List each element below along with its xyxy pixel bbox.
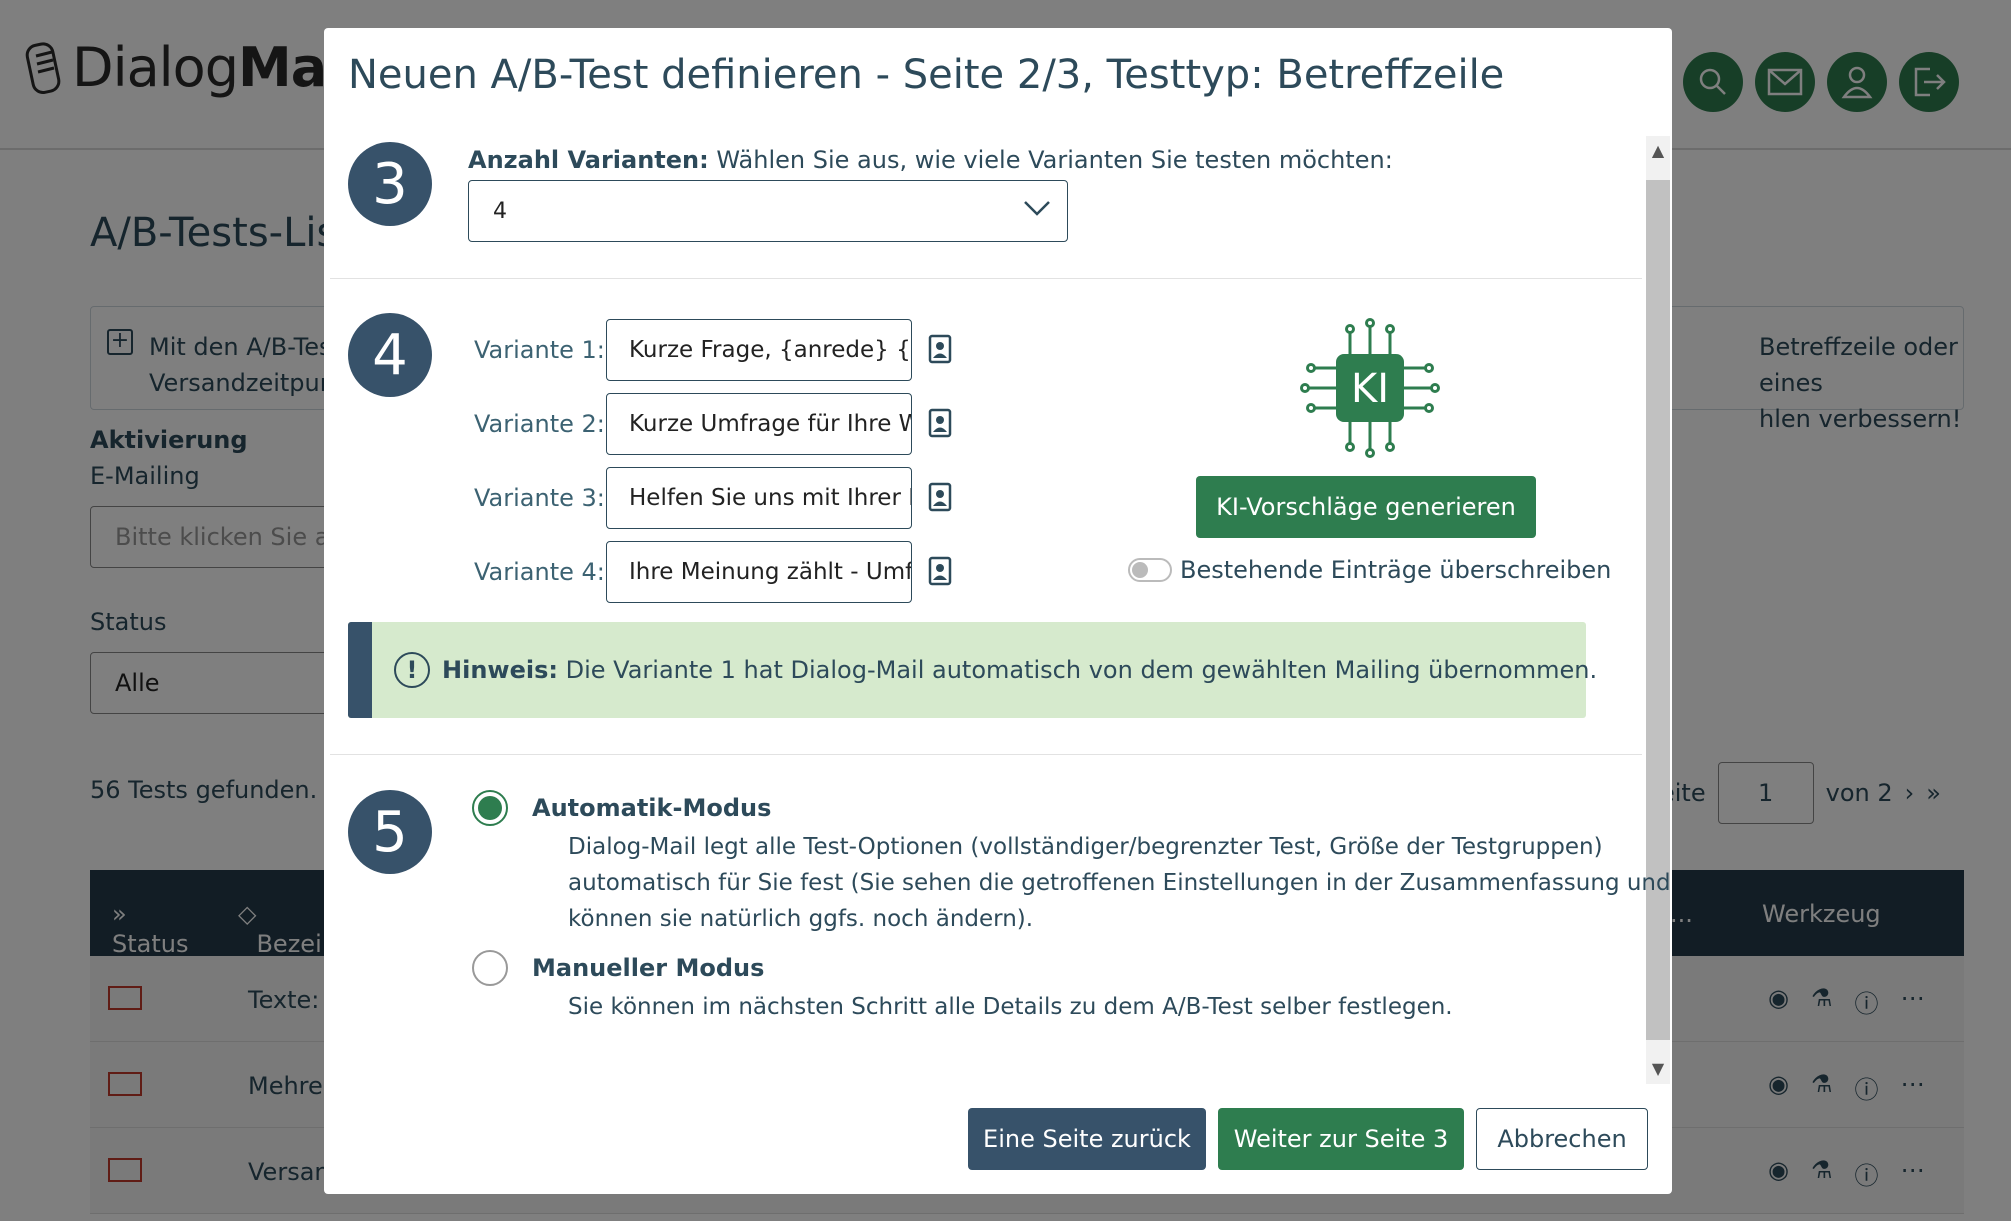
automatic-mode-desc-1: Dialog-Mail legt alle Test-Optionen (vol…: [568, 834, 1603, 860]
exclamation-circle-icon: !: [394, 652, 430, 688]
variants-count-select[interactable]: 4: [468, 180, 1068, 242]
ab-test-dialog: Neuen A/B-Test definieren - Seite 2/3, T…: [324, 28, 1672, 1194]
automatic-mode-desc-2: automatisch für Sie fest (Sie sehen die …: [568, 870, 1671, 896]
contact-card-icon[interactable]: [928, 334, 952, 364]
automatic-mode-desc-3: können sie natürlich ggfs. noch ändern).: [568, 906, 1034, 932]
manual-mode-radio[interactable]: [472, 950, 508, 986]
overwrite-toggle[interactable]: [1128, 558, 1172, 582]
step-5-badge: 5: [348, 790, 432, 874]
variant-3-label: Variante 3:: [474, 484, 605, 512]
cancel-button[interactable]: Abbrechen: [1476, 1108, 1648, 1170]
hint-notice: ! Hinweis: Die Variante 1 hat Dialog-Mai…: [348, 622, 1597, 718]
variant-2-input[interactable]: Kurze Umfrage für Ihre Wünsche!: [606, 393, 912, 455]
chevron-down-icon: [1024, 201, 1050, 216]
generate-ai-suggestions-button[interactable]: KI-Vorschläge generieren: [1196, 476, 1536, 538]
dialog-title: Neuen A/B-Test definieren - Seite 2/3, T…: [348, 52, 1505, 98]
divider: [330, 278, 1642, 279]
next-page-button[interactable]: Weiter zur Seite 3: [1218, 1108, 1464, 1170]
variant-4-label: Variante 4:: [474, 558, 605, 586]
overwrite-toggle-label: Bestehende Einträge überschreiben: [1180, 556, 1612, 584]
variant-4-input[interactable]: Ihre Meinung zählt - Umfrage für: [606, 541, 912, 603]
variant-3-input[interactable]: Helfen Sie uns mit Ihrer Meinung!: [606, 467, 912, 529]
svg-text:KI: KI: [1351, 366, 1389, 412]
ai-chip-icon: KI: [1300, 318, 1440, 458]
variants-count-label: Anzahl Varianten: Wählen Sie aus, wie vi…: [468, 146, 1393, 174]
scroll-up-icon[interactable]: ▲: [1646, 136, 1670, 166]
variant-2-label: Variante 2:: [474, 410, 605, 438]
contact-card-icon[interactable]: [928, 408, 952, 438]
scroll-thumb[interactable]: [1646, 180, 1670, 1040]
notice-accent-bar: [348, 622, 372, 718]
step-3-badge: 3: [348, 142, 432, 226]
divider: [330, 754, 1642, 755]
manual-mode-desc: Sie können im nächsten Schritt alle Deta…: [568, 994, 1453, 1020]
scroll-down-icon[interactable]: ▼: [1646, 1054, 1670, 1084]
contact-card-icon[interactable]: [928, 482, 952, 512]
automatic-mode-radio[interactable]: [472, 790, 508, 826]
dialog-scrollbar[interactable]: ▲ ▼: [1646, 136, 1670, 1084]
variant-1-input[interactable]: Kurze Frage, {anrede} {nachname}: [606, 319, 912, 381]
manual-mode-title: Manueller Modus: [532, 954, 765, 982]
automatic-mode-title: Automatik-Modus: [532, 794, 772, 822]
contact-card-icon[interactable]: [928, 556, 952, 586]
notice-text: Hinweis: Die Variante 1 hat Dialog-Mail …: [442, 656, 1598, 684]
variant-1-label: Variante 1:: [474, 336, 605, 364]
previous-page-button[interactable]: Eine Seite zurück: [968, 1108, 1206, 1170]
step-4-badge: 4: [348, 313, 432, 397]
toggle-knob: [1132, 562, 1148, 578]
variants-count-value: 4: [493, 198, 507, 224]
